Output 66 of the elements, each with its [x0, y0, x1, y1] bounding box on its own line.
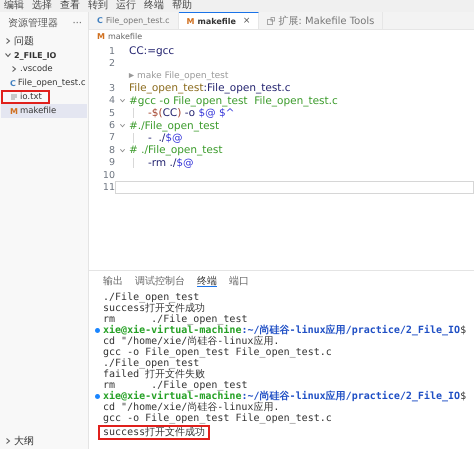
line-number: 8: [108, 144, 115, 156]
terminal-line: ./File_open_test: [103, 292, 200, 303]
menu-item[interactable]: 编辑: [4, 0, 24, 12]
terminal-line: gcc -o File_open_test File_open_test.c: [103, 413, 332, 424]
code-text: CC:=gcc: [129, 45, 174, 58]
panel-tab[interactable]: 端口: [229, 274, 249, 286]
fold-icon[interactable]: [119, 146, 126, 154]
terminal-line: rm ./File_open_test: [103, 314, 248, 325]
file-type-icon: M: [97, 32, 105, 41]
panel-tab[interactable]: 调试控制台: [135, 274, 185, 286]
menu-item[interactable]: 查看: [60, 0, 80, 12]
terminal-line: xie@xie-virtual-machine:~/尚硅谷-linux应用/practice/2_File_IO$ cd "/home/xie/尚硅谷-linux应用.: [103, 391, 468, 413]
terminal-line: xie@xie-virtual-machine:~/尚硅谷-linux应用/practice/2_File_IO$ cd "/home/xie/尚硅谷-linux应用.: [103, 325, 468, 347]
terminal-line: ./File_open_test: [103, 358, 200, 369]
code-text: - ./$@: [148, 132, 183, 144]
code-text: File_open_test:File_open_test.c: [129, 82, 291, 94]
line-number: 6: [108, 120, 115, 132]
terminal-line: rm ./File_open_test: [103, 380, 248, 391]
panel-tab[interactable]: 终端: [197, 274, 217, 287]
explorer-title: 资源管理器: [8, 17, 58, 30]
status-dot: [95, 394, 100, 399]
code-text: -$(CC) -o $@ $^: [148, 107, 234, 120]
file-type-icon: C: [10, 78, 16, 88]
terminal-line: failed 打开文件失败: [103, 369, 206, 380]
line-number: 3: [108, 82, 115, 94]
status-dot: [95, 328, 100, 333]
editor-tab[interactable]: M makefile ×: [178, 12, 260, 29]
line-number: 10: [102, 170, 115, 181]
file-type-icon: M: [186, 16, 194, 26]
file-item[interactable]: io.txt: [1, 90, 50, 104]
play-icon: [128, 72, 135, 80]
menu-item[interactable]: 帮助: [172, 0, 192, 12]
code-text: #./File_open_test: [129, 120, 220, 132]
fold-icon[interactable]: [119, 97, 126, 104]
terminal-line: gcc -o File_open_test File_open_test.c: [103, 347, 332, 358]
tree-item[interactable]: 2_FILE_IO: [1, 48, 87, 62]
menu-item[interactable]: 转到: [88, 0, 108, 12]
line-number: 9: [108, 157, 115, 168]
file-item[interactable]: C File_open_test.c: [1, 76, 87, 90]
line-number: 1: [108, 46, 115, 57]
line-number: 4: [108, 95, 115, 106]
lines-icon: [10, 93, 18, 101]
code-text: # ./File_open_test: [129, 144, 222, 156]
tree-item[interactable]: 问题: [1, 34, 87, 48]
line-number: 5: [108, 108, 115, 119]
more-button[interactable]: ···: [72, 18, 82, 28]
menu-item[interactable]: 终端: [144, 0, 164, 12]
line-number: 11: [102, 182, 115, 193]
chevron-icon: [4, 437, 12, 445]
terminal-line: success打开文件成功: [103, 303, 206, 314]
file-type-icon: C: [97, 16, 103, 25]
file-item[interactable]: .vscode: [1, 62, 87, 76]
file-item[interactable]: M makefile: [1, 104, 87, 118]
outline-section[interactable]: 大纲: [1, 434, 87, 448]
menu-item[interactable]: 运行: [116, 0, 136, 12]
close-button[interactable]: ×: [242, 16, 250, 26]
panel-tab[interactable]: 输出: [103, 274, 123, 286]
code-text: #gcc -o File_open_test File_open_test.c: [129, 94, 338, 107]
menu-item[interactable]: 选择: [32, 0, 52, 12]
line-number: 7: [108, 132, 115, 144]
breadcrumb-item[interactable]: makefile: [108, 32, 142, 41]
line-number: 2: [108, 58, 115, 70]
extension-icon: [267, 16, 276, 24]
file-type-icon: M: [10, 106, 18, 116]
fold-icon[interactable]: [119, 122, 126, 130]
code-text: -rm ./$@: [148, 156, 194, 169]
